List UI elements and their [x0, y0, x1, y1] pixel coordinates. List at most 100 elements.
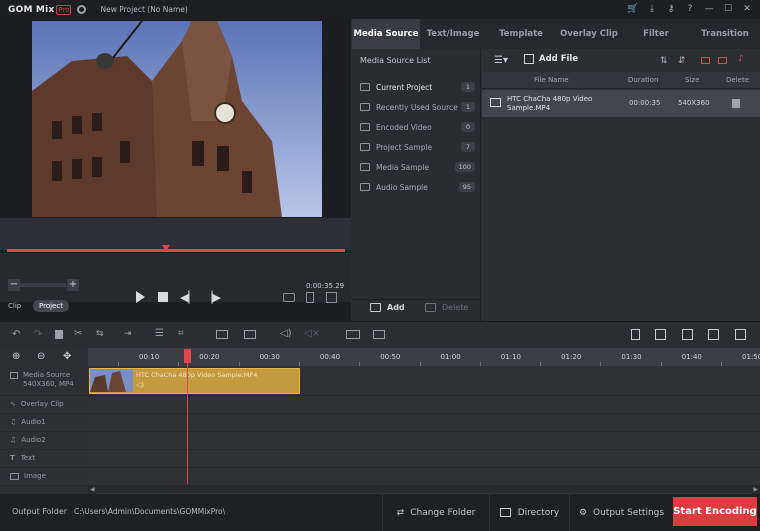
- save-as-icon[interactable]: [708, 329, 719, 340]
- volume-icon[interactable]: ◁): [280, 328, 292, 339]
- filter-video-icon[interactable]: [701, 57, 710, 64]
- sidebar-item-label: Encoded Video: [376, 122, 432, 132]
- delete-file-icon[interactable]: [732, 99, 740, 108]
- sort-desc-icon[interactable]: ⇵: [678, 56, 686, 66]
- track-name: Audio1: [21, 418, 46, 426]
- export-icon[interactable]: [735, 329, 746, 340]
- zoom-in-button[interactable]: +: [67, 279, 79, 291]
- tab-overlay-clip[interactable]: Overlay Clip: [556, 19, 622, 49]
- ruler-minor-tick: [298, 362, 300, 366]
- crop-icon[interactable]: ⌗: [178, 328, 184, 339]
- ruler-tick-label: 01:50: [742, 353, 760, 361]
- close-icon[interactable]: ✕: [742, 3, 752, 15]
- col-size[interactable]: Size: [685, 76, 699, 84]
- add-file-button[interactable]: Add File: [524, 54, 578, 64]
- tab-media-source[interactable]: Media Source: [352, 19, 420, 49]
- previous-frame-icon[interactable]: ◀▏: [180, 291, 197, 304]
- directory-label: Directory: [517, 507, 560, 518]
- col-delete[interactable]: Delete: [726, 76, 749, 84]
- rotate-icon[interactable]: [244, 330, 256, 339]
- settings-gear-icon[interactable]: [77, 5, 87, 14]
- track-name: Text: [20, 454, 35, 462]
- stop-icon[interactable]: [158, 292, 168, 302]
- speed-icon[interactable]: [216, 330, 228, 339]
- col-duration[interactable]: Duration: [628, 76, 658, 84]
- start-encoding-button[interactable]: Start Encoding: [673, 497, 757, 526]
- scroll-right-icon[interactable]: ▶: [753, 486, 758, 493]
- delete-folder-button[interactable]: Delete: [425, 303, 468, 312]
- open-project-icon[interactable]: [655, 329, 666, 340]
- maximize-icon[interactable]: ☐: [723, 3, 733, 15]
- file-size: 540X360: [678, 99, 710, 107]
- sidebar-divider: [352, 299, 481, 300]
- snapshot-icon[interactable]: [283, 293, 295, 302]
- aspect-icon[interactable]: [306, 292, 314, 303]
- tab-project[interactable]: Project: [33, 300, 69, 312]
- tab-template[interactable]: Template: [486, 19, 556, 49]
- filter-audio-icon[interactable]: ♪: [738, 54, 744, 64]
- help-icon[interactable]: ?: [685, 3, 695, 15]
- sidebar-item-current-project[interactable]: Current Project 1: [360, 80, 475, 94]
- snap-icon[interactable]: [373, 330, 385, 339]
- sidebar-item-recently-used[interactable]: Recently Used Source 1: [360, 100, 475, 114]
- sidebar-item-count: 100: [454, 162, 475, 172]
- delete-icon[interactable]: [55, 330, 63, 339]
- sidebar-item-media-sample[interactable]: Media Sample 100: [360, 160, 475, 174]
- ruler-minor-tick: [178, 362, 180, 366]
- cart-icon[interactable]: 🛒: [627, 3, 638, 15]
- playhead-line[interactable]: [187, 349, 188, 484]
- split-icon[interactable]: ⇆: [96, 329, 104, 339]
- change-folder-button[interactable]: ⇄ Change Folder: [382, 494, 489, 531]
- minimize-icon[interactable]: —: [704, 3, 714, 15]
- undo-icon[interactable]: ↶: [12, 329, 20, 340]
- filter-image-icon[interactable]: [718, 57, 727, 64]
- track-label-image: Image: [10, 472, 46, 480]
- track-audio1: ♫ Audio1: [0, 414, 760, 432]
- tab-clip[interactable]: Clip: [8, 302, 21, 310]
- new-project-icon[interactable]: [631, 329, 640, 340]
- transition-icon[interactable]: [346, 330, 360, 339]
- sidebar-item-project-sample[interactable]: Project Sample 7: [360, 140, 475, 154]
- fit-timeline-icon[interactable]: ✥: [63, 351, 71, 362]
- sidebar-item-audio-sample[interactable]: Audio Sample 95: [360, 180, 475, 194]
- music-note-icon: ♫: [10, 436, 17, 444]
- ruler-minor-tick: [479, 362, 481, 366]
- add-folder-button[interactable]: Add: [370, 303, 405, 312]
- ruler-minor-tick: [600, 362, 602, 366]
- col-file-name[interactable]: File Name: [534, 76, 569, 84]
- sidebar-item-encoded-video[interactable]: Encoded Video 0: [360, 120, 475, 134]
- ruler-minor-tick: [238, 362, 240, 366]
- zoom-slider[interactable]: [20, 283, 66, 287]
- key-icon[interactable]: ⚷: [666, 3, 676, 15]
- playback-scrub-bar[interactable]: [7, 249, 345, 252]
- clip-label: HTC ChaCha 480p Video Sample.MP4: [136, 371, 258, 379]
- adjust-icon[interactable]: ☰: [155, 328, 164, 339]
- timeline-horizontal-scrollbar[interactable]: ◀ ▶: [88, 485, 760, 493]
- trim-icon[interactable]: ⇥: [124, 329, 132, 339]
- cut-icon[interactable]: ✂: [74, 328, 82, 339]
- table-row[interactable]: HTC ChaCha 480p Video Sample.MP4 00:00:3…: [482, 90, 760, 117]
- fullscreen-icon[interactable]: [326, 292, 337, 303]
- list-view-menu-icon[interactable]: ☰▾: [494, 56, 514, 66]
- zoom-in-timeline-icon[interactable]: ⊕: [12, 351, 20, 362]
- play-icon[interactable]: [136, 291, 145, 303]
- output-settings-button[interactable]: ⚙ Output Settings: [569, 494, 673, 531]
- tab-filter[interactable]: Filter: [622, 19, 690, 49]
- sort-asc-icon[interactable]: ⇅: [660, 56, 668, 66]
- sidebar-item-label: Recently Used Source: [376, 102, 458, 112]
- zoom-out-button[interactable]: −: [8, 279, 20, 291]
- download-icon[interactable]: ⤓: [647, 3, 657, 15]
- folder-icon: [360, 83, 370, 91]
- tab-transition[interactable]: Transition: [690, 19, 760, 49]
- next-frame-icon[interactable]: ▕▶: [204, 291, 221, 304]
- directory-button[interactable]: Directory: [489, 494, 569, 531]
- playhead-handle[interactable]: [184, 349, 191, 363]
- save-project-icon[interactable]: [682, 329, 693, 340]
- scroll-left-icon[interactable]: ◀: [90, 486, 95, 493]
- timeline-clip[interactable]: HTC ChaCha 480p Video Sample.MP4 ◁): [89, 368, 300, 394]
- mute-icon[interactable]: ◁×: [304, 328, 320, 339]
- zoom-out-timeline-icon[interactable]: ⊖: [37, 351, 45, 362]
- redo-icon[interactable]: ↷: [34, 329, 42, 340]
- tab-text-image[interactable]: Text/Image: [420, 19, 486, 49]
- track-label-audio1: ♫ Audio1: [10, 418, 46, 426]
